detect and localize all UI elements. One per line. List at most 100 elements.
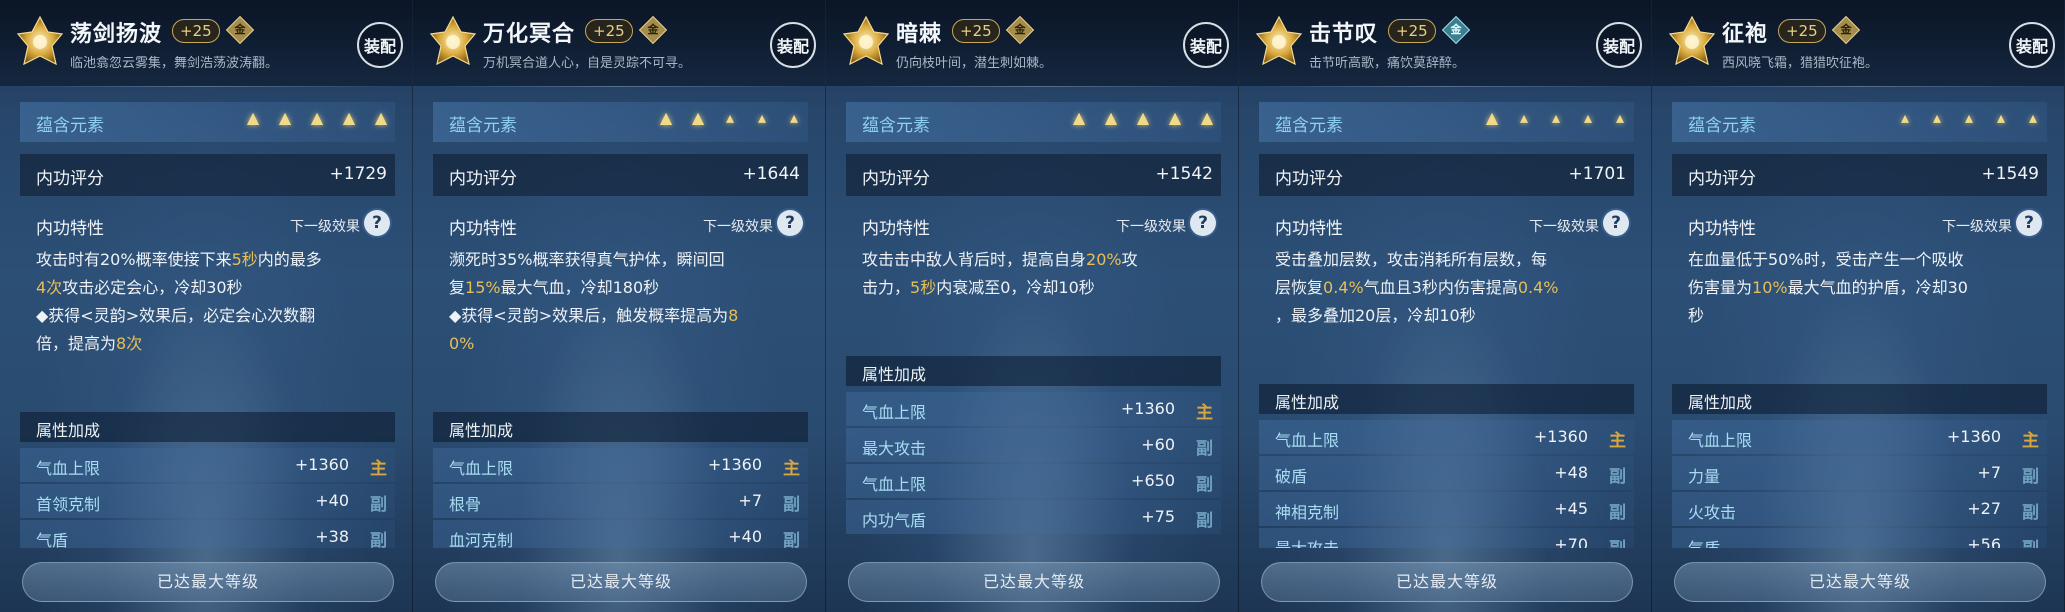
elements-label: 蕴含元素: [449, 116, 517, 136]
max-level-button[interactable]: 已达最大等级: [848, 562, 1220, 602]
stat-value: +7: [738, 491, 762, 510]
stat-name: 气血上限: [1275, 431, 1340, 450]
neigong-card-3: 暗棘 +25 金 仍向枝叶间，潜生刺如棘。 装配 蕴含元素 ▲ ▲ ▲ ▲ ▲ 内功评分…: [826, 0, 1239, 612]
stat-value: +1360: [294, 455, 349, 474]
equip-button[interactable]: 装配: [770, 22, 816, 68]
element-icon: ▲: [1104, 108, 1118, 127]
rank-badge-text: 金: [234, 23, 246, 36]
trait-description: 攻击击中敌人背后时，提高自身20%攻 击力，5秒内衰减至0，冷却10秒: [862, 250, 1138, 297]
element-icon: ▲: [1072, 108, 1086, 127]
equip-button[interactable]: 装配: [357, 22, 403, 68]
stat-type-tag: 副: [1196, 475, 1213, 495]
stat-name: 火攻击: [1688, 503, 1737, 522]
next-level-label[interactable]: 下一级效果: [1942, 216, 2012, 236]
stat-name: 血河克制: [449, 531, 514, 548]
bonus-label: 属性加成: [36, 421, 101, 440]
stat-value: +48: [1554, 463, 1588, 482]
item-name: 万化冥合: [483, 22, 576, 47]
stat-row: 气血上限 +1360 主: [20, 448, 395, 482]
element-icon: ▲: [1136, 108, 1150, 127]
item-description: 仍向枝叶间，潜生刺如棘。: [896, 56, 1053, 71]
header-divider: [1670, 86, 2046, 87]
equip-button[interactable]: 装配: [1183, 22, 1229, 68]
element-icon: ▲: [342, 108, 356, 127]
help-icon[interactable]: ?: [2016, 210, 2042, 236]
stat-type-tag: 副: [783, 531, 800, 548]
card-header: 荡剑扬波 +25 金 临池翕忽云雾集，舞剑浩荡波涛翻。 装配: [0, 0, 412, 86]
elements-row: 蕴含元素 ▲ ▲ ▴ ▴ ▴: [433, 102, 808, 142]
level-badge: +25: [952, 19, 1000, 43]
element-icon: ▴: [1519, 108, 1529, 127]
stat-row: 气血上限 +1360 主: [433, 448, 808, 482]
stat-row: 气盾 +38 副: [20, 520, 395, 548]
element-icon: ▲: [659, 108, 673, 127]
stat-list[interactable]: 气血上限 +1360 主根骨 +7 副血河克制 +40 副: [433, 448, 808, 548]
score-value: +1701: [1568, 164, 1626, 184]
item-name: 征袍: [1722, 22, 1769, 47]
header-divider: [1257, 86, 1633, 87]
max-level-button[interactable]: 已达最大等级: [1261, 562, 1633, 602]
stat-value: +1360: [1946, 427, 2001, 446]
neigong-panel-row: 荡剑扬波 +25 金 临池翕忽云雾集，舞剑浩荡波涛翻。 装配 蕴含元素 ▲ ▲ ▲ ▲…: [0, 0, 2065, 612]
stat-value: +40: [728, 527, 762, 546]
bonus-label: 属性加成: [1275, 393, 1340, 412]
bonus-header: 属性加成: [1672, 384, 2047, 414]
elements-label: 蕴含元素: [862, 116, 930, 136]
stat-list[interactable]: 气血上限+1360主破盾+48副神相克制+45副最大攻击+70副: [1259, 420, 1634, 548]
stat-list[interactable]: 气血上限 +1360 主首领克制 +40 副气盾 +38 副: [20, 448, 395, 548]
neigong-card-2: 万化冥合 +25 金 万机冥合道人心，自是灵踪不可寻。 装配 蕴含元素 ▲ ▲ ▴ ▴…: [413, 0, 826, 612]
score-label: 内功评分: [1688, 169, 1756, 189]
elements-row: 蕴含元素 ▲ ▲ ▲ ▲ ▲: [846, 102, 1221, 142]
stat-type-tag: 主: [2022, 431, 2039, 451]
rank-badge: 金: [638, 15, 667, 45]
stat-list[interactable]: 气血上限 +1360 主最大攻击 +60 副气血上限 +650 副内功气盾 +75 副: [846, 392, 1221, 548]
elements-label: 蕴含元素: [1688, 116, 1756, 136]
header-divider: [844, 86, 1220, 87]
score-row: 内功评分 +1701: [1259, 154, 1634, 196]
level-badge: +25: [1388, 19, 1436, 43]
stat-value: +27: [1967, 499, 2001, 518]
rank-badge-text: 金: [1840, 23, 1852, 36]
stat-name: 破盾: [1275, 467, 1308, 486]
rank-badge: 金: [1441, 15, 1470, 45]
score-value: +1549: [1981, 164, 2039, 184]
element-icon: ▲: [246, 108, 260, 127]
equip-button[interactable]: 装配: [1596, 22, 1642, 68]
elements-row: 蕴含元素 ▲ ▲ ▲ ▲ ▲: [20, 102, 395, 142]
bonus-header: 属性加成: [20, 412, 395, 442]
bonus-header: 属性加成: [846, 356, 1221, 386]
header-divider: [431, 86, 807, 87]
stat-list[interactable]: 气血上限+1360主力量+7副火攻击+27副气盾+56副: [1672, 420, 2047, 548]
help-icon[interactable]: ?: [1190, 210, 1216, 236]
score-label: 内功评分: [1275, 169, 1343, 189]
next-level-label[interactable]: 下一级效果: [290, 216, 360, 236]
max-level-button[interactable]: 已达最大等级: [435, 562, 807, 602]
neigong-card-1: 荡剑扬波 +25 金 临池翕忽云雾集，舞剑浩荡波涛翻。 装配 蕴含元素 ▲ ▲ ▲ ▲…: [0, 0, 413, 612]
stat-row: 内功气盾 +75 副: [846, 500, 1221, 534]
help-icon[interactable]: ?: [364, 210, 390, 236]
element-icons: ▴ ▴ ▴ ▴ ▴: [1881, 110, 2041, 126]
stat-type-tag: 主: [1196, 403, 1213, 423]
element-icons: ▲ ▲ ▴ ▴ ▴: [642, 110, 802, 126]
next-level-label[interactable]: 下一级效果: [1116, 216, 1186, 236]
bonus-header: 属性加成: [1259, 384, 1634, 414]
stat-type-tag: 副: [783, 495, 800, 515]
stat-name: 首领克制: [36, 495, 101, 514]
help-icon[interactable]: ?: [777, 210, 803, 236]
max-level-button[interactable]: 已达最大等级: [1674, 562, 2046, 602]
stat-row: 气血上限 +1360 主: [1259, 420, 1634, 454]
next-level-label[interactable]: 下一级效果: [703, 216, 773, 236]
equip-button[interactable]: 装配: [2009, 22, 2055, 68]
neigong-card-4: 击节叹 +25 金 击节听高歌，痛饮莫辞醉。 装配 蕴含元素 ▲ ▴ ▴ ▴ ▴ 内功评…: [1239, 0, 1652, 612]
element-icon: ▴: [1932, 108, 1942, 127]
element-icon: ▲: [374, 108, 388, 127]
element-icon: ▴: [1996, 108, 2006, 127]
stat-type-tag: 副: [1609, 467, 1626, 487]
next-level-label[interactable]: 下一级效果: [1529, 216, 1599, 236]
max-level-button[interactable]: 已达最大等级: [22, 562, 394, 602]
golden-orb-icon: [429, 15, 477, 66]
item-description: 击节听高歌，痛饮莫辞醉。: [1309, 56, 1466, 71]
element-icon: ▴: [1615, 108, 1625, 127]
help-icon[interactable]: ?: [1603, 210, 1629, 236]
element-icon: ▴: [2028, 108, 2038, 127]
